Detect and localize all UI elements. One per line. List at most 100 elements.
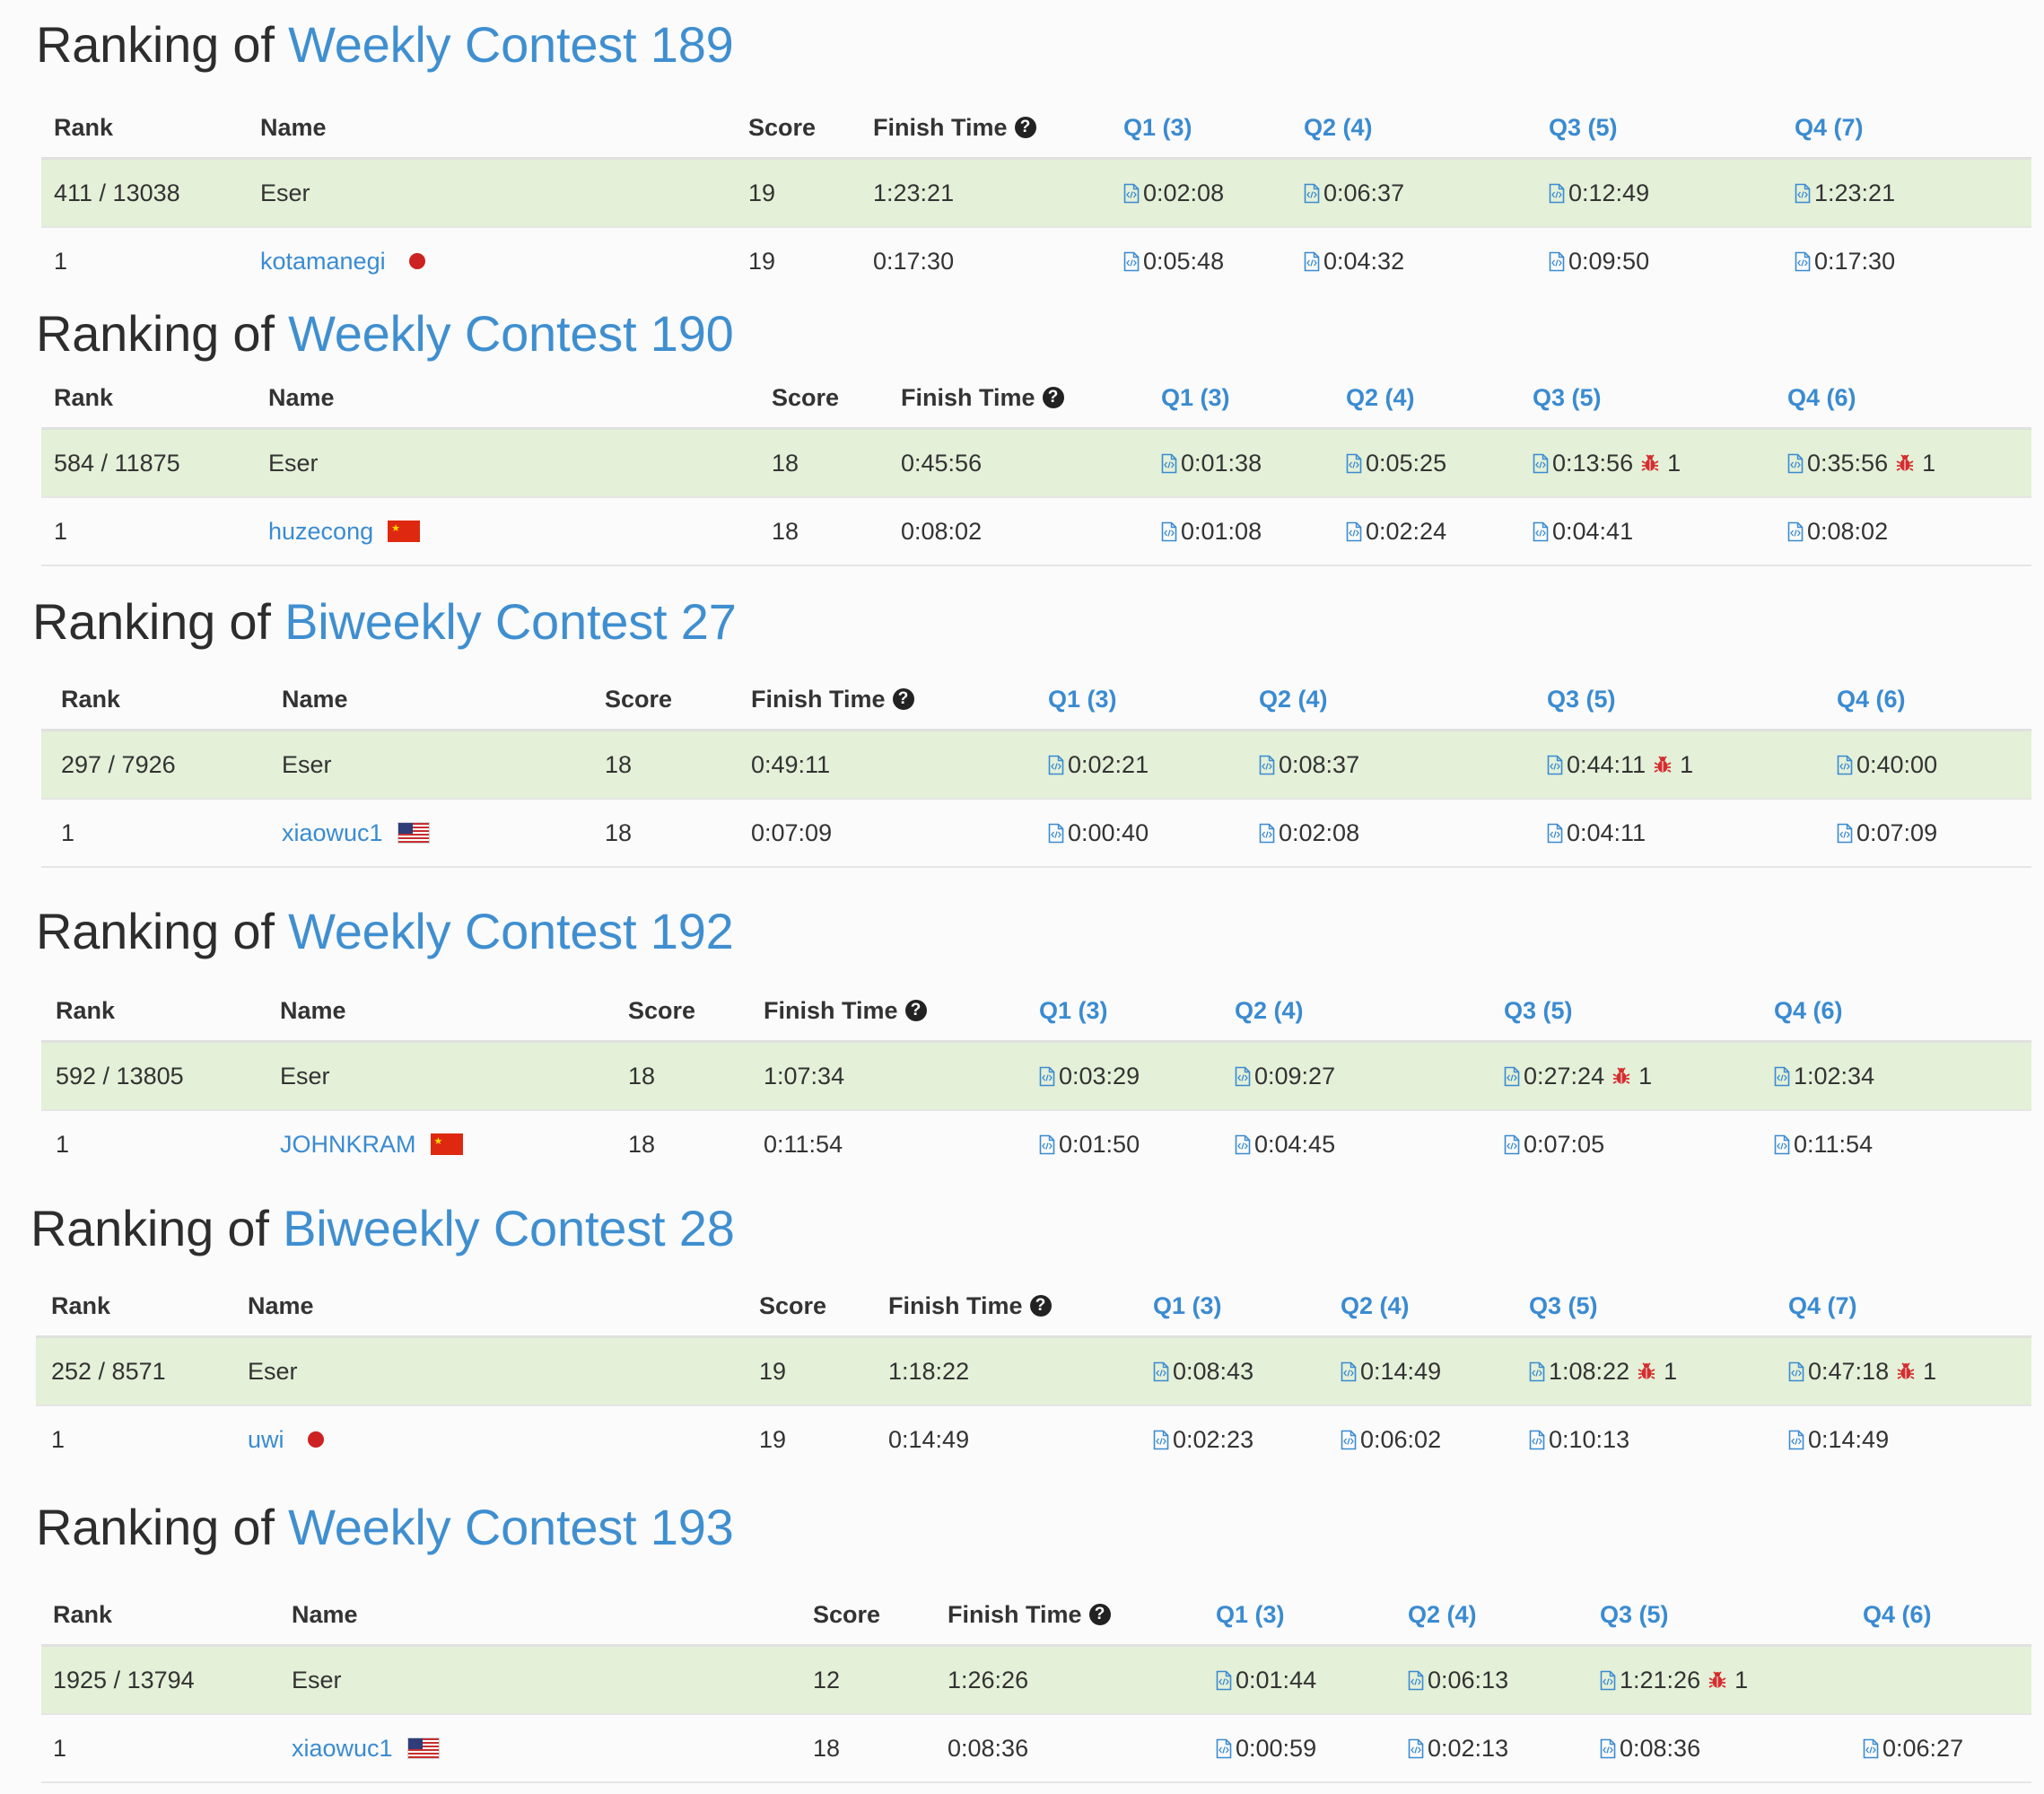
code-file-icon[interactable] (1504, 1134, 1520, 1155)
column-header-q3[interactable]: Q3 (5) (1549, 96, 1618, 157)
code-file-icon[interactable] (1533, 453, 1549, 474)
question-time-cell-q4[interactable]: 0:07:09 (1837, 800, 1937, 866)
code-file-icon[interactable] (1235, 1134, 1251, 1155)
question-header-link[interactable]: Q4 (7) (1795, 114, 1864, 142)
question-time-cell-q2[interactable]: 0:05:25 (1346, 430, 1446, 496)
contest-name-link[interactable]: Biweekly Contest 27 (284, 593, 737, 650)
question-time-cell-q3[interactable]: 1:21:26 1 (1600, 1647, 1748, 1713)
question-time-cell-q3[interactable]: 0:12:49 (1549, 160, 1649, 226)
code-file-icon[interactable] (1341, 1430, 1357, 1450)
code-file-icon[interactable] (1787, 521, 1804, 542)
code-file-icon[interactable] (1235, 1066, 1251, 1087)
column-header-q2[interactable]: Q2 (4) (1259, 668, 1328, 729)
question-time-cell-q4[interactable]: 1:02:34 (1774, 1043, 1874, 1109)
user-profile-link[interactable]: kotamanegi (260, 248, 386, 276)
code-file-icon[interactable] (1153, 1361, 1169, 1382)
question-time-cell-q1[interactable]: 0:01:50 (1039, 1111, 1140, 1177)
question-header-link[interactable]: Q1 (3) (1123, 114, 1192, 142)
code-file-icon[interactable] (1039, 1134, 1055, 1155)
question-time-cell-q3[interactable]: 1:08:22 1 (1529, 1338, 1677, 1405)
question-header-link[interactable]: Q4 (6) (1787, 384, 1856, 412)
question-time-cell-q3[interactable]: 0:10:13 (1529, 1406, 1629, 1473)
column-header-q1[interactable]: Q1 (3) (1123, 96, 1192, 157)
code-file-icon[interactable] (1153, 1430, 1169, 1450)
question-time-cell-q1[interactable]: 0:02:08 (1123, 160, 1224, 226)
code-file-icon[interactable] (1774, 1066, 1790, 1087)
column-header-q3[interactable]: Q3 (5) (1529, 1274, 1598, 1335)
user-profile-link[interactable]: xiaowuc1 (292, 1735, 393, 1763)
column-header-q3[interactable]: Q3 (5) (1600, 1583, 1669, 1644)
question-time-cell-q4[interactable]: 0:11:54 (1774, 1111, 1873, 1177)
code-file-icon[interactable] (1048, 755, 1064, 775)
question-time-cell-q2[interactable]: 0:08:37 (1259, 731, 1359, 798)
code-file-icon[interactable] (1304, 183, 1320, 204)
question-time-cell-q1[interactable]: 0:08:43 (1153, 1338, 1253, 1405)
question-circle-icon[interactable]: ? (1088, 1604, 1111, 1625)
question-header-link[interactable]: Q4 (7) (1788, 1292, 1857, 1320)
column-header-q2[interactable]: Q2 (4) (1346, 366, 1415, 427)
question-circle-icon[interactable]: ? (1029, 1295, 1052, 1317)
question-circle-icon[interactable]: ? (904, 1000, 927, 1021)
question-header-link[interactable]: Q2 (4) (1259, 686, 1328, 713)
code-file-icon[interactable] (1408, 1738, 1424, 1759)
question-header-link[interactable]: Q3 (5) (1529, 1292, 1598, 1320)
code-file-icon[interactable] (1039, 1066, 1055, 1087)
name-cell[interactable]: JOHNKRAM (280, 1111, 463, 1177)
name-cell[interactable]: huzecong (268, 498, 421, 564)
name-cell[interactable]: xiaowuc1 (282, 800, 430, 866)
column-header-q3[interactable]: Q3 (5) (1504, 979, 1573, 1040)
column-header-q3[interactable]: Q3 (5) (1533, 366, 1602, 427)
question-time-cell-q2[interactable]: 0:14:49 (1341, 1338, 1441, 1405)
code-file-icon[interactable] (1837, 823, 1853, 844)
code-file-icon[interactable] (1549, 183, 1565, 204)
question-header-link[interactable]: Q3 (5) (1533, 384, 1602, 412)
code-file-icon[interactable] (1549, 251, 1565, 272)
question-time-cell-q4[interactable]: 0:47:18 1 (1788, 1338, 1936, 1405)
question-time-cell-q3[interactable]: 0:08:36 (1600, 1715, 1700, 1781)
question-header-link[interactable]: Q2 (4) (1235, 997, 1304, 1025)
question-header-link[interactable]: Q4 (6) (1837, 686, 1906, 713)
question-time-cell-q2[interactable]: 0:06:02 (1341, 1406, 1441, 1473)
code-file-icon[interactable] (1346, 521, 1362, 542)
question-time-cell-q4[interactable]: 1:23:21 (1795, 160, 1895, 226)
column-header-q4[interactable]: Q4 (7) (1795, 96, 1864, 157)
contest-name-link[interactable]: Biweekly Contest 28 (283, 1200, 735, 1256)
code-file-icon[interactable] (1346, 453, 1362, 474)
code-file-icon[interactable] (1600, 1738, 1616, 1759)
question-time-cell-q2[interactable]: 0:09:27 (1235, 1043, 1335, 1109)
code-file-icon[interactable] (1600, 1670, 1616, 1691)
question-time-cell-q4[interactable]: 0:08:02 (1787, 498, 1888, 564)
column-header-q4[interactable]: Q4 (6) (1787, 366, 1856, 427)
column-header-q2[interactable]: Q2 (4) (1235, 979, 1304, 1040)
question-time-cell-q2[interactable]: 0:06:37 (1304, 160, 1404, 226)
question-time-cell-q1[interactable]: 0:02:23 (1153, 1406, 1253, 1473)
question-time-cell-q1[interactable]: 0:01:08 (1161, 498, 1262, 564)
column-header-q2[interactable]: Q2 (4) (1341, 1274, 1410, 1335)
question-time-cell-q2[interactable]: 0:02:24 (1346, 498, 1446, 564)
code-file-icon[interactable] (1161, 521, 1177, 542)
code-file-icon[interactable] (1788, 1361, 1804, 1382)
question-time-cell-q3[interactable]: 0:44:11 1 (1547, 731, 1693, 798)
code-file-icon[interactable] (1161, 453, 1177, 474)
question-time-cell-q3[interactable]: 0:27:24 1 (1504, 1043, 1652, 1109)
question-time-cell-q4[interactable]: 0:14:49 (1788, 1406, 1889, 1473)
code-file-icon[interactable] (1304, 251, 1320, 272)
user-profile-link[interactable]: huzecong (268, 518, 373, 546)
code-file-icon[interactable] (1259, 823, 1275, 844)
column-header-q2[interactable]: Q2 (4) (1408, 1583, 1477, 1644)
user-profile-link[interactable]: uwi (248, 1426, 284, 1454)
code-file-icon[interactable] (1216, 1670, 1232, 1691)
question-time-cell-q3[interactable]: 0:04:41 (1533, 498, 1633, 564)
code-file-icon[interactable] (1533, 521, 1549, 542)
question-time-cell-q2[interactable]: 0:06:13 (1408, 1647, 1508, 1713)
question-header-link[interactable]: Q2 (4) (1346, 384, 1415, 412)
code-file-icon[interactable] (1863, 1738, 1879, 1759)
question-header-link[interactable]: Q3 (5) (1549, 114, 1618, 142)
code-file-icon[interactable] (1547, 755, 1563, 775)
code-file-icon[interactable] (1504, 1066, 1520, 1087)
column-header-q2[interactable]: Q2 (4) (1304, 96, 1373, 157)
question-time-cell-q3[interactable]: 0:07:05 (1504, 1111, 1604, 1177)
code-file-icon[interactable] (1123, 183, 1140, 204)
question-time-cell-q2[interactable]: 0:02:13 (1408, 1715, 1508, 1781)
question-circle-icon[interactable]: ? (1042, 387, 1064, 408)
